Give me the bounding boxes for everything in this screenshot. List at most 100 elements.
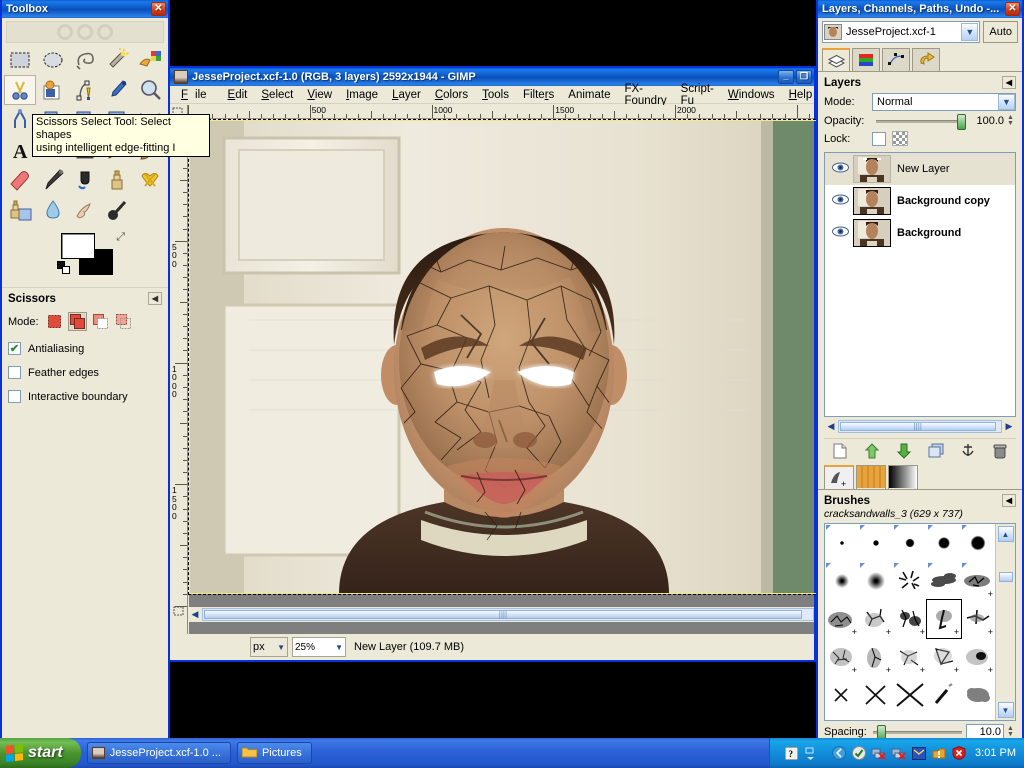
dodge-burn-tool[interactable] xyxy=(101,195,133,225)
brush-cell[interactable]: + xyxy=(961,600,995,638)
layer-visibility-eye-icon[interactable] xyxy=(827,194,853,208)
layers-tab[interactable] xyxy=(822,48,850,71)
lock-alpha-icon[interactable] xyxy=(892,131,908,146)
brush-cell[interactable]: + xyxy=(859,600,893,638)
menu-tools[interactable]: Tools xyxy=(475,88,516,102)
vertical-ruler[interactable]: 5 0 0 1 0 0 0 1 5 0 0 xyxy=(170,119,188,660)
scroll-thumb[interactable]: |||| xyxy=(204,610,802,619)
brush-cell[interactable] xyxy=(859,562,893,600)
brush-cell[interactable] xyxy=(961,676,995,714)
brush-cell[interactable] xyxy=(927,676,961,714)
scroll-right-arrow[interactable]: ▶ xyxy=(1002,420,1016,434)
network-disconnected-icon[interactable] xyxy=(871,746,886,761)
mode-replace-button[interactable] xyxy=(45,312,64,331)
expand-tray-icon[interactable] xyxy=(803,746,818,761)
ink-tool[interactable] xyxy=(69,165,101,195)
scissors-select-tool[interactable] xyxy=(4,75,37,105)
wilber-drop-area[interactable] xyxy=(6,21,164,43)
layer-row[interactable]: Background xyxy=(825,217,1015,249)
rect-select-tool[interactable] xyxy=(4,45,36,75)
scroll-track[interactable]: |||| xyxy=(838,420,1002,433)
show-desktop-icon[interactable] xyxy=(831,746,846,761)
anchor-layer-button[interactable] xyxy=(957,441,979,461)
start-button[interactable]: start xyxy=(0,738,81,768)
ellipse-select-tool[interactable] xyxy=(36,45,68,75)
brushes-tab[interactable]: + xyxy=(824,465,854,489)
brush-cell[interactable]: + xyxy=(926,599,962,639)
zoom-selector[interactable]: 25% ▼ xyxy=(292,637,346,657)
clone-tool[interactable] xyxy=(101,165,133,195)
menu-layer[interactable]: Layer xyxy=(385,88,428,102)
undo-tab[interactable] xyxy=(912,48,940,71)
layers-horizontal-scrollbar[interactable]: ◀ |||| ▶ xyxy=(824,419,1016,434)
menu-help[interactable]: Help xyxy=(782,88,820,102)
canvas-horizontal-scrollbar[interactable]: ◀ |||| xyxy=(188,607,814,622)
brush-cell[interactable] xyxy=(893,562,927,600)
collapse-icon[interactable]: ◀ xyxy=(1002,494,1016,507)
brush-cell[interactable] xyxy=(893,524,927,562)
menu-view[interactable]: View xyxy=(300,88,339,102)
dock-titlebar[interactable]: Layers, Channels, Paths, Undo -... ✕ xyxy=(818,0,1022,18)
chevron-down-icon[interactable]: ▼ xyxy=(998,94,1015,110)
brush-cell[interactable]: + xyxy=(825,638,859,676)
auto-button[interactable]: Auto xyxy=(983,21,1018,43)
close-icon[interactable]: ✕ xyxy=(151,2,166,16)
scroll-left-arrow[interactable]: ◀ xyxy=(824,420,838,434)
mode-subtract-button[interactable] xyxy=(91,312,110,331)
collapse-icon[interactable]: ◀ xyxy=(148,292,162,305)
menu-fx-foundry[interactable]: FX-Foundry xyxy=(617,82,673,108)
menu-animate[interactable]: Animate xyxy=(561,88,617,102)
perspective-clone-tool[interactable] xyxy=(4,195,36,225)
unit-selector[interactable]: px ▼ xyxy=(250,637,288,657)
smudge-tool[interactable] xyxy=(69,195,101,225)
opacity-spinner[interactable]: ▲ ▼ xyxy=(1007,114,1016,127)
duplicate-layer-button[interactable] xyxy=(925,441,947,461)
feather-edges-checkbox[interactable] xyxy=(8,366,21,379)
layers-list[interactable]: New Layer Background copy Background xyxy=(824,152,1016,417)
brush-cell[interactable]: + xyxy=(961,562,995,600)
layer-visibility-eye-icon[interactable] xyxy=(827,162,853,176)
mode-add-button[interactable] xyxy=(67,312,87,331)
brush-cell[interactable] xyxy=(927,562,961,600)
brush-cell[interactable] xyxy=(825,524,859,562)
scroll-track[interactable]: |||| xyxy=(202,608,814,621)
menu-file[interactable]: File xyxy=(174,88,221,102)
brush-scrollbar[interactable]: ▲ ▼ xyxy=(995,524,1015,720)
menu-edit[interactable]: Edit xyxy=(221,88,255,102)
delete-layer-button[interactable] xyxy=(989,441,1011,461)
toolbox-titlebar[interactable]: Toolbox ✕ xyxy=(2,0,168,18)
scroll-thumb[interactable]: |||| xyxy=(840,422,996,431)
new-layer-button[interactable] xyxy=(829,441,851,461)
antialiasing-checkbox[interactable]: ✔ xyxy=(8,342,21,355)
brush-cell[interactable] xyxy=(927,524,961,562)
brush-cell[interactable]: + xyxy=(927,638,961,676)
brush-cell[interactable]: + xyxy=(859,638,893,676)
scroll-thumb[interactable] xyxy=(998,572,1013,582)
maximize-button[interactable]: ❐ xyxy=(796,70,812,84)
spacing-slider[interactable] xyxy=(872,724,962,741)
menu-image[interactable]: Image xyxy=(339,88,385,102)
horizontal-ruler[interactable]: 500 1000 1500 2000 xyxy=(188,105,814,119)
patterns-tab[interactable] xyxy=(856,465,886,489)
opacity-slider-knob[interactable] xyxy=(957,113,966,130)
brush-cell[interactable] xyxy=(961,524,995,562)
color-picker-tool[interactable] xyxy=(101,75,133,105)
security-alert-icon[interactable] xyxy=(951,746,966,761)
updates-icon[interactable] xyxy=(851,746,866,761)
menu-colors[interactable]: Colors xyxy=(428,88,475,102)
brush-cell[interactable] xyxy=(859,676,893,714)
spacing-spinner[interactable]: ▲ ▼ xyxy=(1007,725,1016,738)
clock[interactable]: 3:01 PM xyxy=(975,747,1016,759)
swap-colors-icon[interactable]: ⤢ xyxy=(116,231,125,244)
chevron-down-icon[interactable]: ▼ xyxy=(961,23,979,41)
brush-cell[interactable] xyxy=(825,676,859,714)
brush-cell[interactable]: + xyxy=(893,638,927,676)
close-icon[interactable]: ✕ xyxy=(1005,2,1020,16)
scroll-down-arrow[interactable]: ▼ xyxy=(997,702,1014,718)
help-icon[interactable]: ? xyxy=(784,746,799,761)
collapse-icon[interactable]: ◀ xyxy=(1002,76,1016,89)
quick-mask-toggle[interactable] xyxy=(170,604,188,619)
brush-cell[interactable] xyxy=(825,562,859,600)
zoom-tool[interactable] xyxy=(134,75,166,105)
layer-mode-combo[interactable]: Normal ▼ xyxy=(872,93,1016,111)
